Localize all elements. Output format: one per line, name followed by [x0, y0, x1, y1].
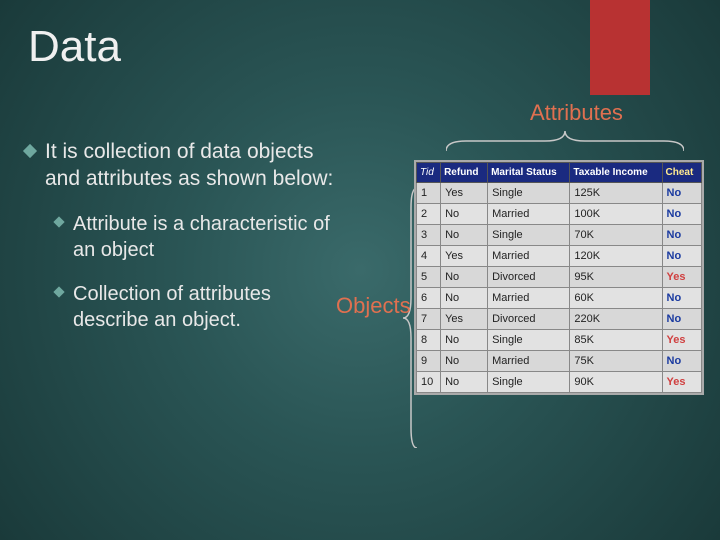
table-cell: Single [488, 183, 570, 204]
table-cell: 6 [417, 288, 441, 309]
table-row: 6NoMarried60KNo [417, 288, 702, 309]
table-row: 3NoSingle70KNo [417, 225, 702, 246]
table-cell: Married [488, 204, 570, 225]
table-cell: No [662, 225, 702, 246]
table-cell: No [662, 204, 702, 225]
table-cell: No [441, 225, 488, 246]
table-cell: No [662, 309, 702, 330]
table-cell: No [662, 246, 702, 267]
table-row: 10NoSingle90KYes [417, 372, 702, 393]
bullet-diamond-icon [53, 286, 64, 297]
table-row: 8NoSingle85KYes [417, 330, 702, 351]
bullet-diamond-icon [23, 144, 37, 158]
table-cell: No [441, 372, 488, 393]
table-cell: No [441, 204, 488, 225]
table-cell: 2 [417, 204, 441, 225]
bullet-sub2: Collection of attributes describe an obj… [55, 281, 335, 333]
table-cell: 75K [570, 351, 662, 372]
content-area: It is collection of data objects and att… [25, 138, 335, 351]
bullet-main-text: It is collection of data objects and att… [45, 138, 335, 193]
table-cell: 120K [570, 246, 662, 267]
table-cell: No [441, 267, 488, 288]
brace-top-icon [446, 131, 684, 153]
table-cell: No [662, 288, 702, 309]
table-cell: No [441, 330, 488, 351]
table-cell: 1 [417, 183, 441, 204]
table-row: 1YesSingle125KNo [417, 183, 702, 204]
table-cell: 9 [417, 351, 441, 372]
table-cell: No [441, 351, 488, 372]
bullet-sub1-text: Attribute is a characteristic of an obje… [73, 211, 335, 263]
accent-bar [590, 0, 650, 95]
table-cell: 85K [570, 330, 662, 351]
table-cell: Married [488, 351, 570, 372]
col-cheat: Cheat [662, 163, 702, 183]
table-cell: 100K [570, 204, 662, 225]
attributes-callout: Attributes [530, 100, 623, 126]
table-cell: No [441, 288, 488, 309]
table-cell: 90K [570, 372, 662, 393]
col-marital: Marital Status [488, 163, 570, 183]
table-cell: 7 [417, 309, 441, 330]
bullet-diamond-icon [53, 216, 64, 227]
table-cell: Yes [441, 246, 488, 267]
col-refund: Refund [441, 163, 488, 183]
table-cell: 8 [417, 330, 441, 351]
table-cell: Single [488, 225, 570, 246]
table-cell: No [662, 183, 702, 204]
table-cell: 95K [570, 267, 662, 288]
table-cell: 10 [417, 372, 441, 393]
table-cell: 220K [570, 309, 662, 330]
table-cell: 60K [570, 288, 662, 309]
table-cell: Single [488, 372, 570, 393]
table-row: 9NoMarried75KNo [417, 351, 702, 372]
table-cell: No [662, 351, 702, 372]
bullet-sub1: Attribute is a characteristic of an obje… [55, 211, 335, 263]
table-cell: Yes [441, 309, 488, 330]
table-cell: Yes [662, 372, 702, 393]
slide-title: Data [28, 22, 121, 72]
col-income: Taxable Income [570, 163, 662, 183]
bullet-sub2-text: Collection of attributes describe an obj… [73, 281, 335, 333]
table-cell: 5 [417, 267, 441, 288]
table-cell: 125K [570, 183, 662, 204]
col-tid: Tid [417, 163, 441, 183]
data-table: Tid Refund Marital Status Taxable Income… [414, 160, 704, 395]
table-cell: 3 [417, 225, 441, 246]
table-row: 4YesMarried120KNo [417, 246, 702, 267]
table-cell: 4 [417, 246, 441, 267]
table-header-row: Tid Refund Marital Status Taxable Income… [417, 163, 702, 183]
table-row: 7YesDivorced220KNo [417, 309, 702, 330]
table-cell: Married [488, 288, 570, 309]
table-cell: Divorced [488, 309, 570, 330]
table-cell: Yes [662, 330, 702, 351]
table-cell: Single [488, 330, 570, 351]
table-row: 2NoMarried100KNo [417, 204, 702, 225]
table-cell: 70K [570, 225, 662, 246]
table-row: 5NoDivorced95KYes [417, 267, 702, 288]
table-cell: Married [488, 246, 570, 267]
table-cell: Yes [441, 183, 488, 204]
table-cell: Divorced [488, 267, 570, 288]
table-cell: Yes [662, 267, 702, 288]
bullet-main: It is collection of data objects and att… [25, 138, 335, 193]
objects-callout: Objects [336, 293, 411, 319]
